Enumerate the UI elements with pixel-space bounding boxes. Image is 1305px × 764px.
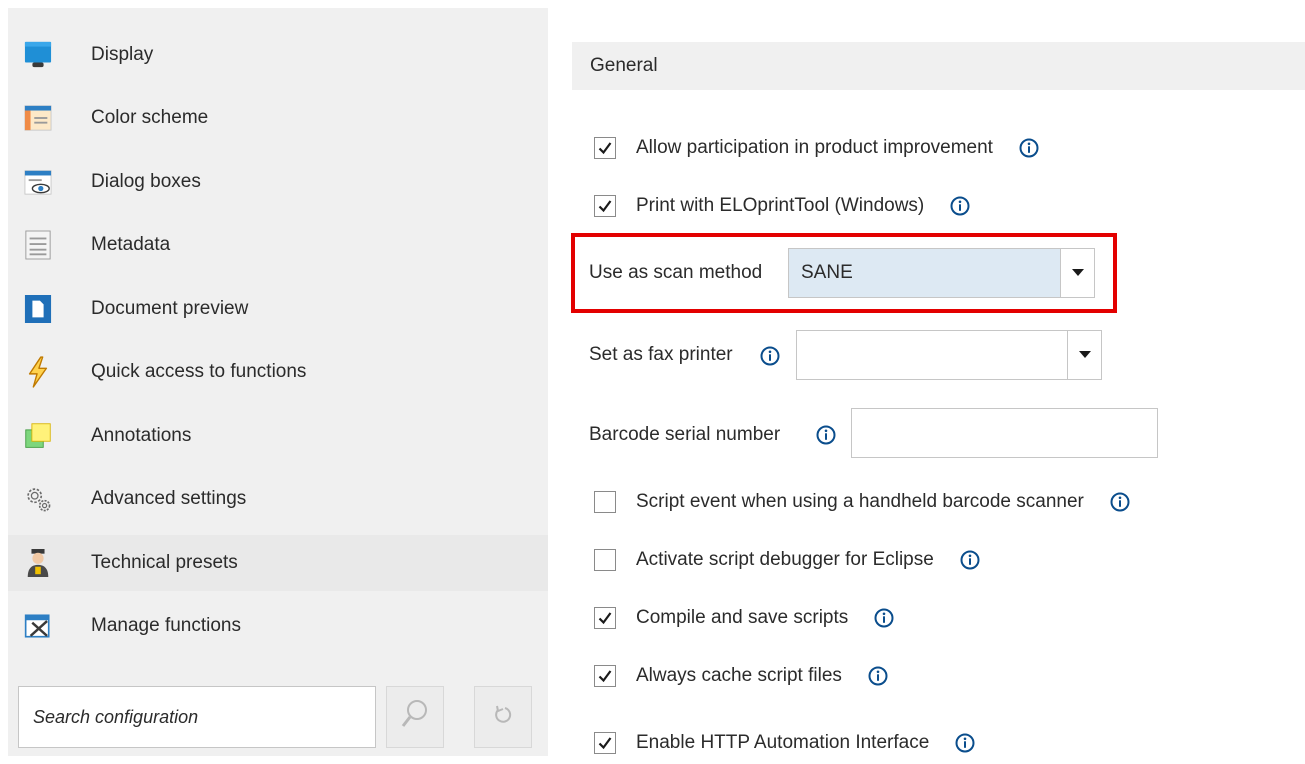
option-label: Always cache script files: [636, 665, 842, 686]
checkmark-icon: [598, 737, 612, 750]
manage-functions-icon: [24, 610, 52, 642]
reset-button[interactable]: [474, 686, 532, 748]
lightning-icon: [24, 356, 52, 388]
chevron-down-icon[interactable]: [1060, 249, 1094, 297]
option-compile-scripts: Compile and save scripts: [594, 603, 894, 633]
info-icon[interactable]: [874, 608, 894, 628]
color-scheme-icon: [24, 102, 52, 134]
sidebar: Display Color scheme Dialog boxes Metada…: [8, 8, 548, 756]
sidebar-item-document-preview[interactable]: Document preview: [8, 281, 548, 337]
search-input[interactable]: [33, 706, 363, 728]
info-icon[interactable]: [955, 733, 975, 753]
metadata-icon: [24, 229, 52, 261]
sidebar-item-display[interactable]: Display: [8, 27, 548, 83]
fax-printer-dropdown[interactable]: [796, 330, 1102, 380]
document-preview-icon: [24, 293, 52, 325]
sidebar-item-metadata[interactable]: Metadata: [8, 217, 548, 273]
barcode-serial-label: Barcode serial number: [589, 424, 781, 445]
option-label: Compile and save scripts: [636, 607, 849, 628]
option-label: Activate script debugger for Eclipse: [636, 549, 934, 570]
option-label: Allow participation in product improveme…: [636, 137, 993, 158]
sidebar-item-label: Advanced settings: [91, 488, 247, 509]
sidebar-item-quick-access[interactable]: Quick access to functions: [8, 344, 548, 400]
sidebar-item-label: Manage functions: [91, 615, 241, 636]
option-http-interface: Enable HTTP Automation Interface: [594, 728, 975, 758]
sidebar-item-label: Document preview: [91, 298, 249, 319]
chevron-down-icon[interactable]: [1067, 331, 1101, 379]
checkbox-handheld-scanner[interactable]: [594, 491, 616, 513]
checkbox-product-improvement[interactable]: [594, 137, 616, 159]
info-icon[interactable]: [816, 425, 836, 445]
sidebar-item-label: Dialog boxes: [91, 171, 201, 192]
magnifier-icon: [400, 698, 430, 737]
scan-method-value: SANE: [789, 249, 1060, 297]
checkmark-icon: [598, 200, 612, 213]
technician-icon: [24, 547, 52, 579]
sidebar-item-manage-functions[interactable]: Manage functions: [8, 598, 548, 654]
option-product-improvement: Allow participation in product improveme…: [594, 133, 1039, 163]
sidebar-item-advanced-settings[interactable]: Advanced settings: [8, 471, 548, 527]
barcode-serial-input[interactable]: [851, 408, 1158, 458]
checkmark-icon: [598, 612, 612, 625]
checkbox-http-interface[interactable]: [594, 732, 616, 754]
info-icon[interactable]: [1019, 138, 1039, 158]
checkmark-icon: [598, 142, 612, 155]
sidebar-item-label: Technical presets: [91, 552, 238, 573]
sidebar-item-label: Display: [91, 44, 154, 65]
section-header-general: General: [572, 42, 1305, 90]
option-handheld-scanner: Script event when using a handheld barco…: [594, 487, 1130, 517]
option-label: Print with ELOprintTool (Windows): [636, 195, 925, 216]
fax-printer-label: Set as fax printer: [589, 344, 733, 365]
scan-method-dropdown[interactable]: SANE: [788, 248, 1095, 298]
checkbox-print-tool[interactable]: [594, 195, 616, 217]
fax-printer-value: [797, 331, 1067, 379]
sidebar-item-label: Annotations: [91, 425, 192, 446]
search-box: [18, 686, 376, 748]
annotations-icon: [24, 420, 52, 452]
checkbox-compile-scripts[interactable]: [594, 607, 616, 629]
sidebar-item-label: Color scheme: [91, 107, 209, 128]
checkbox-cache-scripts[interactable]: [594, 665, 616, 687]
monitor-icon: [24, 39, 52, 71]
info-icon[interactable]: [1110, 492, 1130, 512]
search-button[interactable]: [386, 686, 444, 748]
sidebar-item-label: Metadata: [91, 234, 171, 255]
option-cache-scripts: Always cache script files: [594, 661, 888, 691]
gears-icon: [24, 483, 52, 515]
sidebar-item-technical-presets[interactable]: Technical presets: [8, 535, 548, 591]
info-icon[interactable]: [760, 346, 780, 366]
dialog-boxes-icon: [24, 166, 52, 198]
info-icon[interactable]: [868, 666, 888, 686]
checkmark-icon: [598, 670, 612, 683]
sidebar-item-annotations[interactable]: Annotations: [8, 408, 548, 464]
checkbox-script-debugger[interactable]: [594, 549, 616, 571]
sidebar-item-color-scheme[interactable]: Color scheme: [8, 90, 548, 146]
reset-icon: [492, 704, 514, 731]
option-label: Script event when using a handheld barco…: [636, 491, 1084, 512]
sidebar-item-label: Quick access to functions: [91, 361, 307, 382]
info-icon[interactable]: [960, 550, 980, 570]
sidebar-item-dialog-boxes[interactable]: Dialog boxes: [8, 154, 548, 210]
info-icon[interactable]: [950, 196, 970, 216]
option-script-debugger: Activate script debugger for Eclipse: [594, 545, 980, 575]
option-print-tool: Print with ELOprintTool (Windows): [594, 191, 970, 221]
option-label: Enable HTTP Automation Interface: [636, 732, 930, 753]
scan-method-label: Use as scan method: [589, 262, 763, 283]
